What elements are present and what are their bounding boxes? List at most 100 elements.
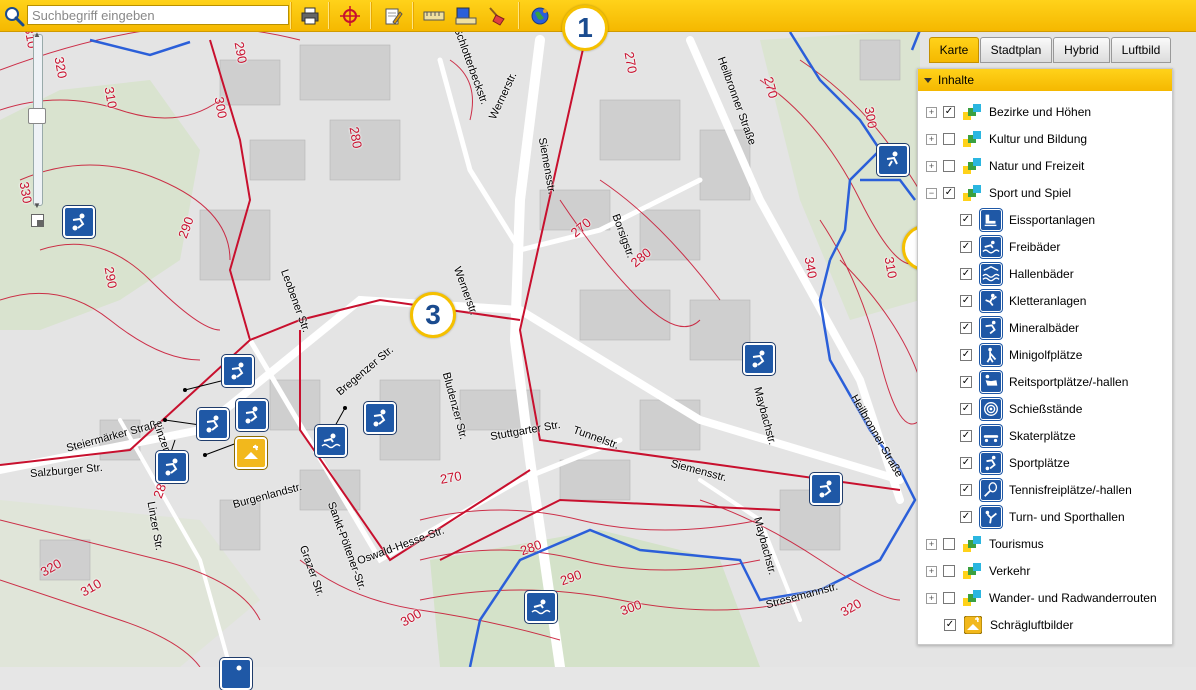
layer-checkbox[interactable]: ✓ bbox=[960, 268, 972, 280]
layer-row[interactable]: + Kultur und Bildung bbox=[926, 129, 1087, 149]
layer-checkbox[interactable]: ✓ bbox=[960, 511, 972, 523]
layer-label: Freibäder bbox=[1009, 240, 1061, 254]
layer-row[interactable]: ✓ Mineralbäder bbox=[960, 317, 1079, 339]
map-poi-soccer[interactable] bbox=[810, 473, 842, 505]
expand-toggle[interactable]: + bbox=[926, 106, 937, 118]
area-measure-button[interactable] bbox=[453, 3, 479, 28]
clear-button[interactable] bbox=[484, 3, 510, 28]
layer-checkbox[interactable]: ✓ bbox=[960, 214, 972, 226]
layer-checkbox[interactable]: ✓ bbox=[960, 322, 972, 334]
map-poi-soccer[interactable] bbox=[156, 451, 188, 483]
layer-row[interactable]: − ✓ Sport und Spiel bbox=[926, 183, 1071, 203]
overview-toggle-icon[interactable] bbox=[31, 214, 44, 227]
maptype-stadtplan-tab[interactable]: Stadtplan bbox=[980, 37, 1052, 63]
layer-label: Schrägluftbilder bbox=[990, 618, 1074, 632]
layer-row[interactable]: ✓ Kletteranlagen bbox=[960, 290, 1086, 312]
print-button[interactable] bbox=[297, 3, 323, 28]
layer-checkbox[interactable]: ✓ bbox=[943, 187, 955, 199]
layer-stack-icon bbox=[963, 535, 981, 553]
layer-checkbox[interactable]: ✓ bbox=[960, 241, 972, 253]
mineral-bath-icon bbox=[980, 317, 1002, 339]
layer-checkbox[interactable] bbox=[943, 592, 955, 604]
layer-checkbox[interactable]: ✓ bbox=[960, 376, 972, 388]
zoom-slider-handle[interactable] bbox=[28, 108, 46, 124]
layer-row[interactable]: + ✓ Bezirke und Höhen bbox=[926, 102, 1091, 122]
map-poi-skating[interactable] bbox=[877, 144, 909, 176]
layer-checkbox[interactable] bbox=[943, 133, 955, 145]
layer-checkbox[interactable]: ✓ bbox=[960, 295, 972, 307]
map-poi-soccer[interactable] bbox=[63, 206, 95, 238]
layer-panel-header[interactable]: Inhalte bbox=[918, 69, 1172, 91]
layer-row[interactable]: ✓ Tennisfreiplätze/-hallen bbox=[960, 479, 1132, 501]
maptype-luftbild-tab[interactable]: Luftbild bbox=[1111, 37, 1171, 63]
layer-label: Skaterplätze bbox=[1009, 429, 1076, 443]
measure-button[interactable] bbox=[421, 3, 447, 28]
map-poi-soccer[interactable] bbox=[743, 343, 775, 375]
layer-checkbox[interactable]: ✓ bbox=[960, 349, 972, 361]
layer-label: Kultur und Bildung bbox=[989, 132, 1088, 146]
skateboard-icon bbox=[980, 425, 1002, 447]
layer-row[interactable]: ✓ Sportplätze bbox=[960, 452, 1070, 474]
search-icon[interactable] bbox=[3, 5, 25, 27]
maptype-hybrid-tab[interactable]: Hybrid bbox=[1053, 37, 1110, 63]
layer-stack-icon bbox=[963, 184, 981, 202]
layer-row[interactable]: + Natur und Freizeit bbox=[926, 156, 1084, 176]
maptype-karte-tab[interactable]: Karte bbox=[929, 37, 979, 63]
layer-row[interactable]: ✓ Schießstände bbox=[960, 398, 1082, 420]
expand-toggle[interactable]: + bbox=[926, 592, 937, 604]
layer-checkbox[interactable]: ✓ bbox=[960, 484, 972, 496]
layer-row[interactable]: ✓ Turn- und Sporthallen bbox=[960, 506, 1125, 528]
printer-icon bbox=[301, 7, 319, 24]
map-poi-soccer[interactable] bbox=[197, 408, 229, 440]
layer-label: Tourismus bbox=[989, 537, 1044, 551]
layer-row[interactable]: + Wander- und Radwanderrouten bbox=[926, 588, 1157, 608]
gymnastics-icon bbox=[980, 506, 1002, 528]
layer-row[interactable]: + Tourismus bbox=[926, 534, 1044, 554]
layer-checkbox[interactable] bbox=[943, 538, 955, 550]
layer-checkbox[interactable]: ✓ bbox=[960, 403, 972, 415]
layer-checkbox[interactable] bbox=[943, 565, 955, 577]
layer-row[interactable]: + Verkehr bbox=[926, 561, 1030, 581]
map-poi-soccer[interactable] bbox=[236, 399, 268, 431]
toolbar-divider bbox=[518, 2, 520, 29]
map-poi-pool[interactable] bbox=[525, 591, 557, 623]
layer-checkbox[interactable]: ✓ bbox=[960, 430, 972, 442]
expand-toggle[interactable]: − bbox=[926, 187, 937, 199]
climbing-icon bbox=[980, 290, 1002, 312]
layer-label: Turn- und Sporthallen bbox=[1009, 510, 1125, 524]
layer-row[interactable]: ✓ Skaterplätze bbox=[960, 425, 1076, 447]
layer-row[interactable]: ✓ Eissportanlagen bbox=[960, 209, 1095, 231]
collapse-triangle-icon[interactable] bbox=[924, 77, 932, 83]
search-input[interactable] bbox=[27, 5, 289, 25]
layer-stack-icon bbox=[963, 157, 981, 175]
layer-row[interactable]: ✓ Freibäder bbox=[960, 236, 1061, 258]
horse-riding-icon bbox=[980, 371, 1002, 393]
locate-button[interactable] bbox=[337, 3, 363, 28]
layer-label: Sportplätze bbox=[1009, 456, 1070, 470]
expand-toggle[interactable]: + bbox=[926, 160, 937, 172]
expand-toggle[interactable]: + bbox=[926, 538, 937, 550]
layer-checkbox[interactable]: ✓ bbox=[943, 106, 955, 118]
map-poi-pool[interactable] bbox=[315, 425, 347, 457]
map-poi-soccer[interactable] bbox=[222, 355, 254, 387]
layer-row[interactable]: ✓ Minigolfplätze bbox=[960, 344, 1082, 366]
expand-toggle[interactable]: + bbox=[926, 565, 937, 577]
map-poi-oblique-photo[interactable] bbox=[235, 437, 267, 469]
globe-button[interactable] bbox=[527, 3, 553, 28]
map-poi-soccer[interactable] bbox=[220, 658, 252, 690]
map-poi-soccer[interactable] bbox=[364, 402, 396, 434]
layer-checkbox[interactable]: ✓ bbox=[944, 619, 956, 631]
minigolf-icon bbox=[980, 344, 1002, 366]
layer-row[interactable]: ✓ Hallenbäder bbox=[960, 263, 1074, 285]
layer-row[interactable]: ✓ Schrägluftbilder bbox=[944, 615, 1073, 635]
layer-checkbox[interactable] bbox=[943, 160, 955, 172]
ice-skate-icon bbox=[980, 209, 1002, 231]
edit-button[interactable] bbox=[380, 3, 406, 28]
layer-checkbox[interactable]: ✓ bbox=[960, 457, 972, 469]
tennis-icon bbox=[980, 479, 1002, 501]
layer-label: Hallenbäder bbox=[1009, 267, 1074, 281]
layer-row[interactable]: ✓ Reitsportplätze/-hallen bbox=[960, 371, 1128, 393]
expand-toggle[interactable]: + bbox=[926, 133, 937, 145]
zoom-out-icon[interactable]: ▼ bbox=[31, 201, 43, 211]
layer-label: Sport und Spiel bbox=[989, 186, 1072, 200]
